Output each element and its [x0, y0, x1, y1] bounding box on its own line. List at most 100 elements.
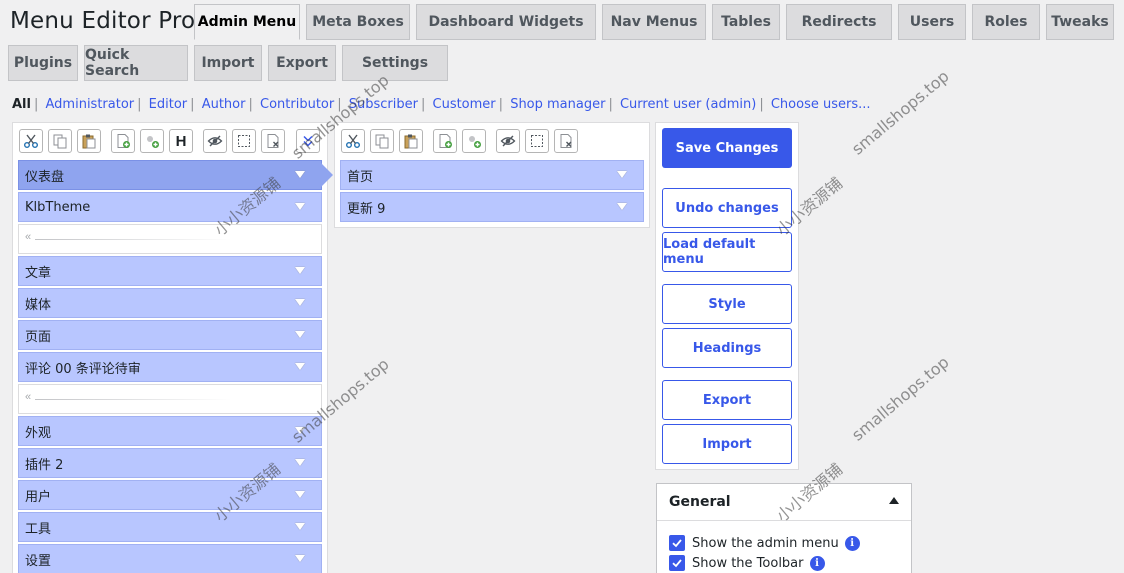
page-title: Menu Editor Pro	[10, 8, 196, 34]
load-default-menu-button[interactable]: Load default menu	[662, 232, 792, 272]
show-admin-menu-checkbox[interactable]	[669, 535, 685, 551]
menu-item-toggle-icon[interactable]	[295, 523, 305, 530]
menu-item-toggle-icon[interactable]	[295, 299, 305, 306]
role-administrator[interactable]: Administrator	[46, 97, 135, 112]
tab-meta-boxes[interactable]: Meta Boxes	[306, 4, 410, 40]
menu-item-users[interactable]: 用户	[18, 480, 322, 510]
submenu-item-label: 首页	[347, 169, 374, 185]
submenu-select-button[interactable]	[525, 129, 549, 153]
menu-item-toggle-icon[interactable]	[295, 427, 305, 434]
new-separator-button[interactable]	[140, 129, 164, 153]
general-box-header[interactable]: General	[657, 484, 911, 521]
submenu-item-toggle-icon[interactable]	[617, 171, 627, 178]
new-menu-button[interactable]	[111, 129, 135, 153]
select-button[interactable]	[232, 129, 256, 153]
menu-item-label: 用户	[25, 489, 52, 505]
submenu-item-home[interactable]: 首页	[340, 160, 644, 190]
menu-item-toggle-icon[interactable]	[295, 203, 305, 210]
menu-item-toggle-icon[interactable]	[295, 171, 305, 178]
tab-quick-search[interactable]: Quick Search	[84, 45, 188, 81]
undo-changes-button[interactable]: Undo changes	[662, 188, 792, 228]
submenu-copy-button[interactable]	[370, 129, 394, 153]
role-shop-manager[interactable]: Shop manager	[510, 97, 605, 112]
menu-item-plugins[interactable]: 插件 2	[18, 448, 322, 478]
submenu-new-separator-button[interactable]	[462, 129, 486, 153]
menu-item-comments[interactable]: 评论 00 条评论待审	[18, 352, 322, 382]
menu-item-media[interactable]: 媒体	[18, 288, 322, 318]
select-icon	[238, 135, 250, 147]
menu-item-toggle-icon[interactable]	[295, 363, 305, 370]
cut-button[interactable]	[19, 129, 43, 153]
menu-item-pages[interactable]: 页面	[18, 320, 322, 350]
option-label: Show the Toolbar	[692, 555, 804, 571]
show-toolbar-checkbox[interactable]	[669, 555, 685, 571]
export-button[interactable]: Export	[662, 380, 792, 420]
tab-redirects[interactable]: Redirects	[786, 4, 892, 40]
import-button[interactable]: Import	[662, 424, 792, 464]
info-icon[interactable]: i	[809, 555, 825, 571]
menu-item-toggle-icon[interactable]	[295, 267, 305, 274]
tab-plugins[interactable]: Plugins	[8, 45, 78, 81]
headings-button[interactable]: Headings	[662, 328, 792, 368]
checkmark-icon	[672, 539, 682, 548]
submenu-delete-button[interactable]	[554, 129, 578, 153]
menu-item-tools[interactable]: 工具	[18, 512, 322, 542]
delete-button[interactable]	[261, 129, 285, 153]
choose-users-link[interactable]: Choose users...	[771, 97, 871, 112]
menu-item-label: 文章	[25, 265, 52, 281]
separator-icon: «	[25, 391, 32, 403]
menu-item-klbtheme[interactable]: KlbTheme	[18, 192, 322, 222]
role-author[interactable]: Author	[202, 97, 246, 112]
tab-tables[interactable]: Tables	[712, 4, 780, 40]
tab-admin-menu[interactable]: Admin Menu	[194, 4, 300, 40]
collapse-caret-icon[interactable]	[889, 497, 899, 504]
submenu-hide-button[interactable]	[496, 129, 520, 153]
menu-item-toggle-icon[interactable]	[295, 459, 305, 466]
scissors-icon	[24, 134, 38, 148]
tab-import[interactable]: Import	[194, 45, 262, 81]
tab-settings[interactable]: Settings	[342, 45, 448, 81]
option-show-admin-menu: Show the admin menu i	[669, 535, 860, 551]
new-heading-button[interactable]: H	[169, 129, 193, 153]
role-all[interactable]: All	[12, 97, 31, 112]
menu-item-toggle-icon[interactable]	[295, 331, 305, 338]
submenu-paste-button[interactable]	[399, 129, 423, 153]
role-customer[interactable]: Customer	[433, 97, 496, 112]
tab-users[interactable]: Users	[898, 4, 966, 40]
menu-item-posts[interactable]: 文章	[18, 256, 322, 286]
submenu-cut-button[interactable]	[341, 129, 365, 153]
role-editor[interactable]: Editor	[149, 97, 187, 112]
menu-item-dashboard[interactable]: 仪表盘	[18, 160, 322, 190]
paste-button[interactable]	[77, 129, 101, 153]
selection-pointer	[321, 163, 333, 187]
role-contributor[interactable]: Contributor	[260, 97, 334, 112]
new-item-icon	[439, 134, 452, 148]
paste-icon	[404, 134, 418, 149]
menu-separator[interactable]: «	[18, 384, 322, 414]
menu-item-settings[interactable]: 设置	[18, 544, 322, 573]
submenu-item-toggle-icon[interactable]	[617, 203, 627, 210]
role-current-user[interactable]: Current user (admin)	[620, 97, 756, 112]
copy-button[interactable]	[48, 129, 72, 153]
tab-roles[interactable]: Roles	[972, 4, 1040, 40]
more-button[interactable]	[296, 129, 320, 153]
tab-nav-menus[interactable]: Nav Menus	[602, 4, 706, 40]
save-changes-button[interactable]: Save Changes	[662, 128, 792, 168]
menu-item-toggle-icon[interactable]	[295, 491, 305, 498]
tab-export[interactable]: Export	[268, 45, 336, 81]
menu-item-toggle-icon[interactable]	[295, 555, 305, 562]
watermark-text: smallshops.top	[848, 352, 953, 445]
style-button[interactable]: Style	[662, 284, 792, 324]
menu-item-appearance[interactable]: 外观	[18, 416, 322, 446]
tab-dashboard-widgets[interactable]: Dashboard Widgets	[416, 4, 596, 40]
tab-tweaks[interactable]: Tweaks	[1046, 4, 1114, 40]
select-icon	[531, 135, 543, 147]
option-label: Show the admin menu	[692, 535, 839, 551]
role-subscriber[interactable]: Subscriber	[349, 97, 418, 112]
watermark-text: smallshops.top	[848, 66, 953, 159]
hide-button[interactable]	[203, 129, 227, 153]
menu-separator[interactable]: «	[18, 224, 322, 254]
submenu-item-updates[interactable]: 更新 9	[340, 192, 644, 222]
info-icon[interactable]: i	[844, 535, 860, 551]
submenu-new-item-button[interactable]	[433, 129, 457, 153]
